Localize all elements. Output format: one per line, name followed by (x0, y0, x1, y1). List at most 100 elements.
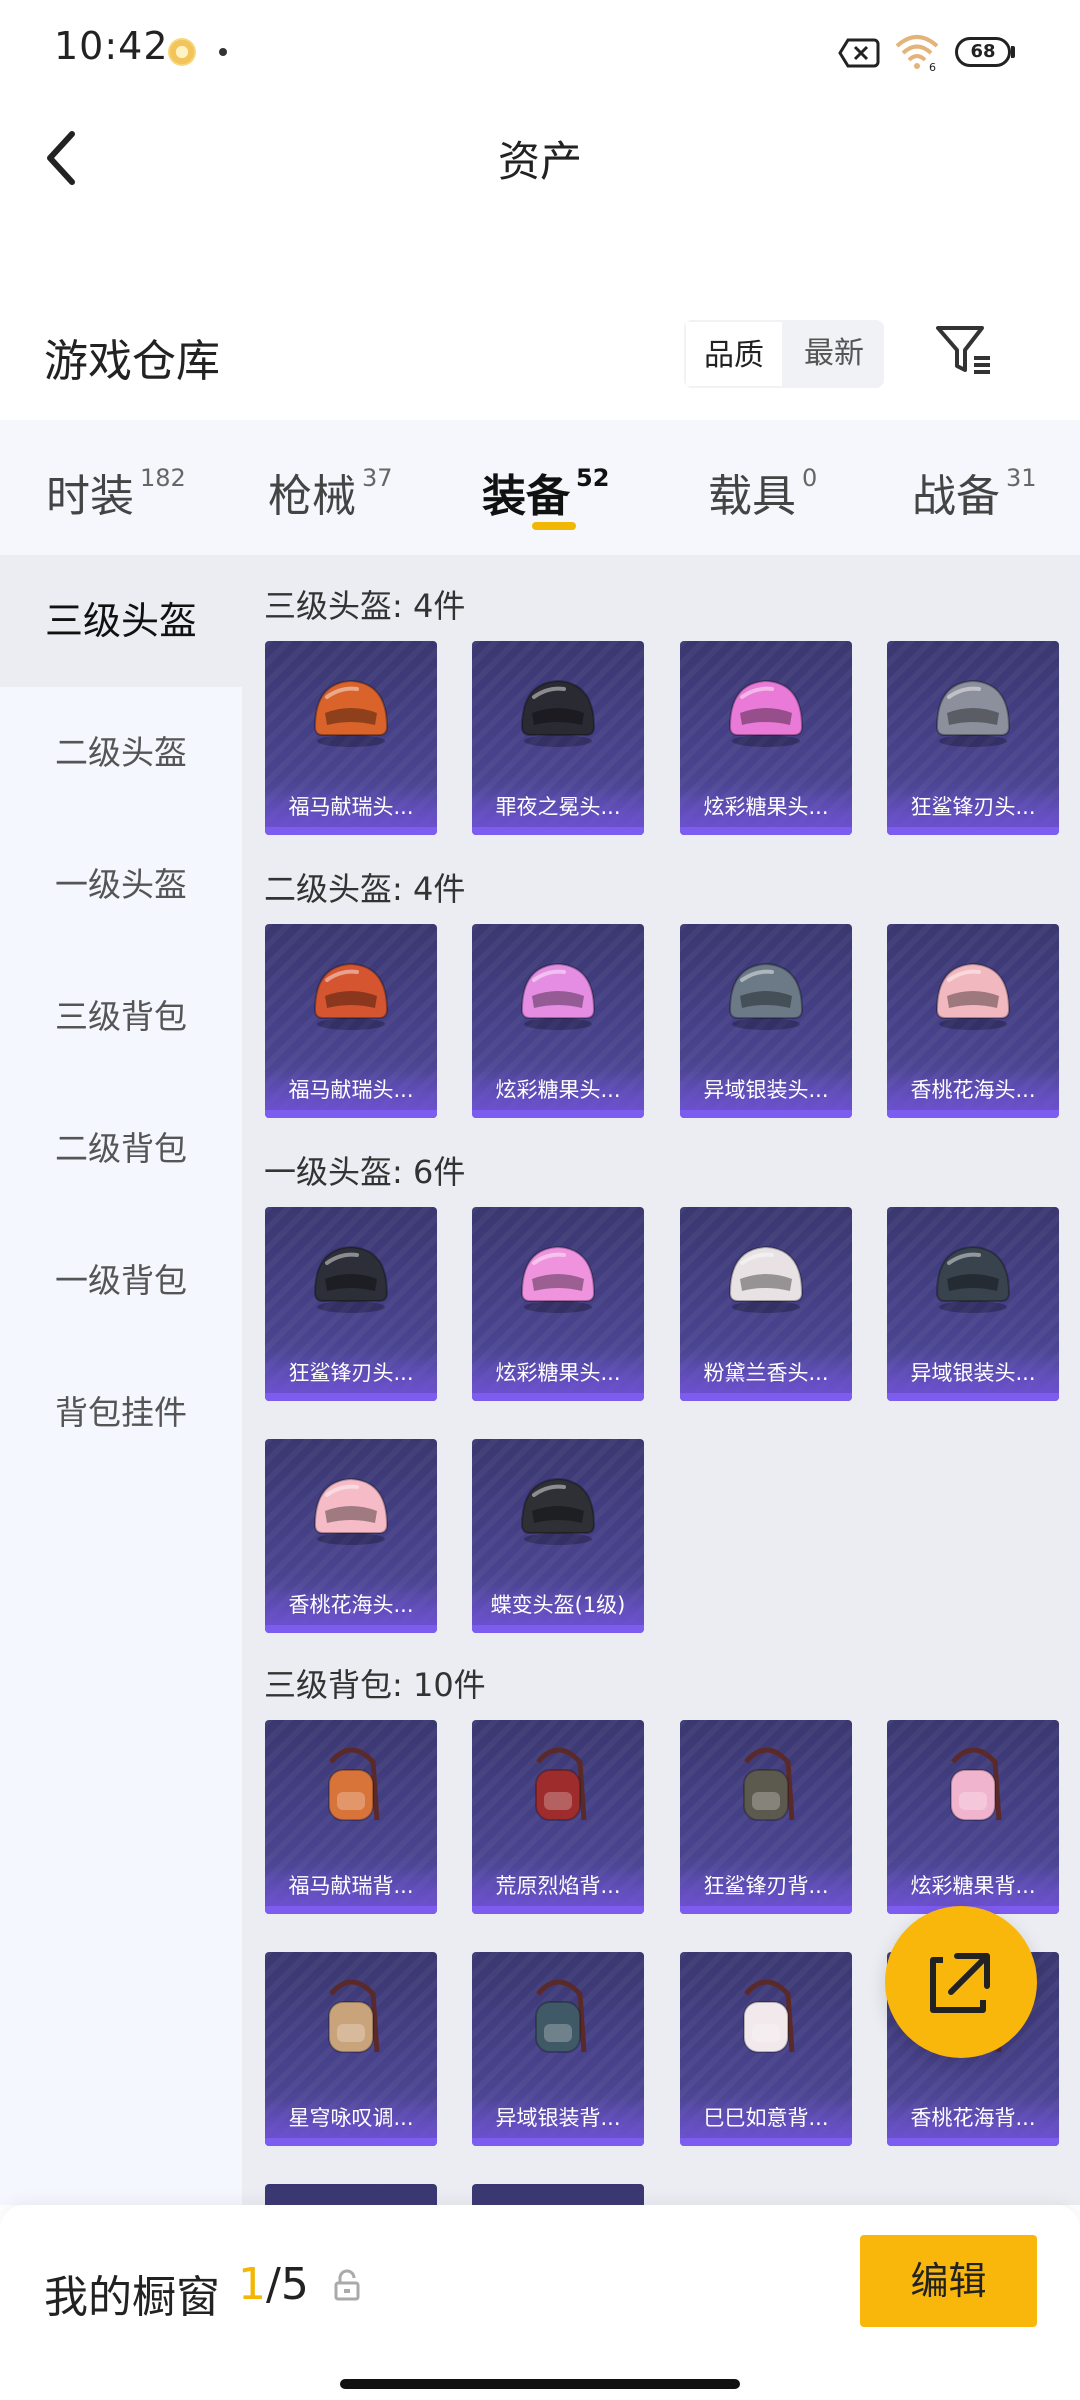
item-name: 粉黛兰香头... (680, 1353, 852, 1393)
item-name: 巳巳如意背... (680, 2098, 852, 2138)
item-name: 荒原烈焰背... (472, 1866, 644, 1906)
item-card[interactable]: 香桃花海头... (265, 1439, 437, 1633)
filter-icon[interactable] (932, 318, 996, 382)
showcase-total: /5 (266, 2259, 309, 2310)
svg-text:6: 6 (929, 61, 936, 72)
item-name: 炫彩糖果头... (680, 787, 852, 827)
rarity-bar (472, 1110, 644, 1118)
item-name: 福马献瑞背... (265, 1866, 437, 1906)
item-card[interactable]: 荒原烈焰背... (472, 1720, 644, 1914)
sidebar-item-level2-helmet[interactable]: 二级头盔 (0, 687, 242, 819)
item-name: 炫彩糖果头... (472, 1070, 644, 1110)
edit-button[interactable]: 编辑 (860, 2235, 1037, 2327)
sidebar-item-level1-helmet[interactable]: 一级头盔 (0, 819, 242, 951)
tab-count: 182 (140, 464, 186, 492)
candy-helmet-art (520, 962, 596, 1030)
item-card[interactable]: 异域银装头... (887, 1207, 1059, 1401)
flame-backpack-art (535, 1747, 587, 1821)
sidebar-item-level1-backpack[interactable]: 一级背包 (0, 1215, 242, 1347)
item-card[interactable]: 福马献瑞背... (265, 1720, 437, 1914)
share-icon (930, 1953, 990, 2013)
item-name: 罪夜之冕头... (472, 787, 644, 827)
donut-backpack-art (950, 1747, 1002, 1821)
item-name: 炫彩糖果背... (887, 1866, 1059, 1906)
tab-guns[interactable]: 枪械 37 (268, 460, 393, 522)
item-card[interactable]: 炫彩糖果头... (680, 641, 852, 835)
share-button[interactable] (885, 1906, 1037, 2058)
item-card[interactable]: 福马献瑞头... (265, 641, 437, 835)
horse-backpack-art (328, 1747, 380, 1821)
butterfly-helmet-art (520, 1477, 596, 1545)
item-name: 星穹咏叹调... (265, 2098, 437, 2138)
dark-helmet-art (935, 1245, 1011, 1313)
home-indicator (340, 2379, 740, 2389)
item-card[interactable]: 异域银装头... (680, 924, 852, 1118)
item-card[interactable]: 狂鲨锋刃头... (265, 1207, 437, 1401)
item-card[interactable]: 狂鲨锋刃头... (887, 641, 1059, 835)
tab-label: 装备 (482, 471, 570, 522)
item-card[interactable]: 异域银装背... (472, 1952, 644, 2146)
wifi-icon: 6 (895, 35, 939, 72)
item-card[interactable]: 福马献瑞头... (265, 924, 437, 1118)
sidebar: 三级头盔 二级头盔 一级头盔 三级背包 二级背包 一级背包 背包挂件 (0, 555, 242, 2205)
category-tab-bar: 时装 182 枪械 37 装备 52 载具 0 战备 31 (0, 420, 1080, 555)
section-title: 一级头盔: 6件 (264, 1153, 466, 1191)
showcase-current: 1 (238, 2259, 266, 2310)
sidebar-item-backpack-charm[interactable]: 背包挂件 (0, 1347, 242, 1479)
sidebar-item-level2-backpack[interactable]: 二级背包 (0, 1083, 242, 1215)
rarity-bar (472, 1906, 644, 1914)
item-card[interactable]: 炫彩糖果头... (472, 1207, 644, 1401)
candy-helmet-art (728, 679, 804, 747)
item-name: 香桃花海头... (887, 1070, 1059, 1110)
rarity-bar (472, 827, 644, 835)
item-card[interactable]: 炫彩糖果头... (472, 924, 644, 1118)
item-name: 福马献瑞头... (265, 787, 437, 827)
rarity-bar (265, 2138, 437, 2146)
rarity-bar (887, 2138, 1059, 2146)
section-title: 三级背包: 10件 (264, 1666, 486, 1704)
rarity-bar (680, 1393, 852, 1401)
item-card[interactable]: 炫彩糖果背... (887, 1720, 1059, 1914)
sort-option-newest[interactable]: 最新 (784, 320, 884, 388)
sim-disabled-icon (838, 38, 880, 68)
item-card[interactable]: 粉黛兰香头... (680, 1207, 852, 1401)
active-tab-indicator (532, 522, 576, 530)
sidebar-item-level3-backpack[interactable]: 三级背包 (0, 951, 242, 1083)
item-name: 狂鲨锋刃背... (680, 1866, 852, 1906)
tab-supplies[interactable]: 战备 31 (912, 460, 1037, 522)
tab-equipment[interactable]: 装备 52 (482, 460, 609, 522)
battery-level: 68 (970, 41, 996, 62)
item-name: 炫彩糖果头... (472, 1353, 644, 1393)
showcase-bar: 我的橱窗 1/5 编辑 (0, 2205, 1080, 2400)
rarity-bar (680, 827, 852, 835)
rarity-bar (265, 1906, 437, 1914)
page: { "status_bar": { "time": "10:42", "batt… (0, 0, 1080, 2400)
sidebar-item-level3-helmet[interactable]: 三级头盔 (0, 555, 242, 687)
item-name: 蝶变头盔(1级) (472, 1585, 644, 1625)
tab-vehicles[interactable]: 载具 0 (708, 460, 817, 522)
white-helmet-art (728, 1245, 804, 1313)
showcase-count: 1/5 (238, 2259, 309, 2310)
showcase-label: 我的橱窗 (44, 2272, 220, 2323)
item-card[interactable]: 蝶变头盔(1级) (472, 1439, 644, 1633)
lock-icon (334, 2269, 360, 2301)
item-name: 异域银装背... (472, 2098, 644, 2138)
rarity-bar (680, 1906, 852, 1914)
tab-count: 31 (1006, 464, 1037, 492)
tab-label: 载具 (708, 471, 796, 522)
sort-toggle: 品质 最新 (684, 320, 884, 388)
tab-fashion[interactable]: 时装 182 (46, 460, 186, 522)
item-card[interactable]: 狂鲨锋刃背... (680, 1720, 852, 1914)
item-name: 福马献瑞头... (265, 1070, 437, 1110)
item-card[interactable]: 香桃花海头... (887, 924, 1059, 1118)
item-card[interactable]: 罪夜之冕头... (472, 641, 644, 835)
item-name: 香桃花海头... (265, 1585, 437, 1625)
item-card[interactable]: 巳巳如意背... (680, 1952, 852, 2146)
rarity-bar (887, 1393, 1059, 1401)
silver-backpack-art (535, 1979, 587, 2053)
sort-option-quality[interactable]: 品质 (684, 320, 784, 388)
notification-app-icon (168, 38, 196, 66)
silver-helmet-art (728, 962, 804, 1030)
page-title: 资产 (497, 137, 582, 186)
item-card[interactable]: 星穹咏叹调... (265, 1952, 437, 2146)
